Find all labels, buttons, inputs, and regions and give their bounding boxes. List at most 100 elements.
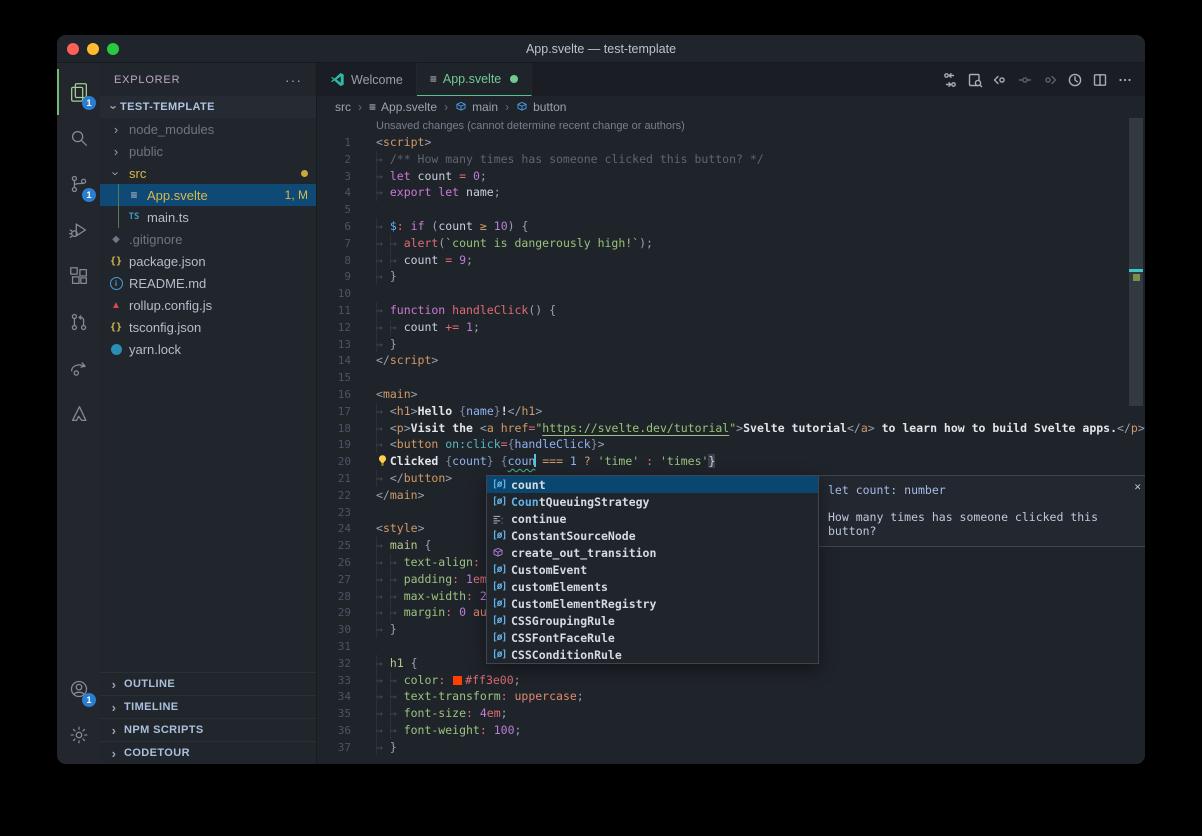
line-number[interactable]: 1: [317, 135, 351, 152]
open-preview-button[interactable]: [962, 67, 987, 92]
code-line-8[interactable]: 8→ → count = 9;: [317, 252, 1145, 269]
code-line-33[interactable]: 33→ → color: #ff3e00;: [317, 672, 1145, 689]
project-root-row[interactable]: › TEST-TEMPLATE: [100, 96, 316, 118]
line-number[interactable]: 35: [317, 706, 351, 723]
activity-extensions-button[interactable]: [57, 253, 100, 299]
code-line-2[interactable]: 2→ /** How many times has someone clicke…: [317, 151, 1145, 168]
tree-item-public[interactable]: ›public: [100, 140, 316, 162]
line-number[interactable]: 15: [317, 370, 351, 387]
code-line-9[interactable]: 9→ }: [317, 268, 1145, 285]
line-number[interactable]: 16: [317, 387, 351, 404]
breadcrumb-src[interactable]: src: [335, 100, 351, 114]
code-line-17[interactable]: 17→ <h1>Hello {name}!</h1>: [317, 403, 1145, 420]
line-number[interactable]: 28: [317, 589, 351, 606]
tree-item-yarn-lock[interactable]: yarn.lock: [100, 338, 316, 360]
code-line-37[interactable]: 37→ }: [317, 739, 1145, 756]
more-actions-button[interactable]: [1112, 67, 1137, 92]
line-number[interactable]: 21: [317, 471, 351, 488]
tree-item-main-ts[interactable]: TSmain.ts: [100, 206, 316, 228]
editor-scrollbar[interactable]: [1129, 118, 1143, 406]
section-codetour[interactable]: ›CODETOUR: [100, 741, 316, 764]
code-line-35[interactable]: 35→ → font-size: 4em;: [317, 705, 1145, 722]
code-line-15[interactable]: 15: [317, 369, 1145, 386]
line-number[interactable]: 9: [317, 269, 351, 286]
line-number[interactable]: 33: [317, 673, 351, 690]
line-number[interactable]: 32: [317, 656, 351, 673]
code-line-4[interactable]: 4→ export let name;: [317, 184, 1145, 201]
line-number[interactable]: 29: [317, 605, 351, 622]
suggestion-countqueuingstrategy[interactable]: [ø]CountQueuingStrategy: [487, 493, 818, 510]
line-number[interactable]: 4: [317, 185, 351, 202]
timeline-clock-button[interactable]: [1062, 67, 1087, 92]
tree-item-package-json[interactable]: {}package.json: [100, 250, 316, 272]
code-line-16[interactable]: 16<main>: [317, 386, 1145, 403]
code-line-6[interactable]: 6→ $: if (count ≥ 10) {: [317, 218, 1145, 235]
breadcrumb-app-svelte[interactable]: ≡App.svelte: [369, 100, 437, 114]
tab-app-svelte[interactable]: ≡ App.svelte: [417, 63, 532, 96]
line-number[interactable]: 22: [317, 488, 351, 505]
line-number[interactable]: 17: [317, 404, 351, 421]
code-line-36[interactable]: 36→ → font-weight: 100;: [317, 722, 1145, 739]
line-number[interactable]: 20: [317, 454, 351, 471]
line-number[interactable]: 24: [317, 521, 351, 538]
previous-change-button[interactable]: [987, 67, 1012, 92]
activity-settings-button[interactable]: [57, 712, 100, 758]
suggestion-continue[interactable]: continue: [487, 510, 818, 527]
close-window-button[interactable]: [67, 43, 79, 55]
suggestion-create-out-transition[interactable]: create_out_transition: [487, 544, 818, 561]
activity-account-button[interactable]: 1: [57, 666, 100, 712]
code-line-12[interactable]: 12→ → count += 1;: [317, 319, 1145, 336]
line-number[interactable]: 7: [317, 236, 351, 253]
code-editor[interactable]: Unsaved changes (cannot determine recent…: [317, 118, 1145, 764]
line-number[interactable]: 26: [317, 555, 351, 572]
line-number[interactable]: 19: [317, 437, 351, 454]
tree-item-src[interactable]: ›src: [100, 162, 316, 184]
code-line-34[interactable]: 34→ → text-transform: uppercase;: [317, 688, 1145, 705]
line-number[interactable]: 3: [317, 169, 351, 186]
tree-item-node-modules[interactable]: ›node_modules: [100, 118, 316, 140]
code-line-11[interactable]: 11→ function handleClick() {: [317, 302, 1145, 319]
line-number[interactable]: 30: [317, 622, 351, 639]
line-number[interactable]: 5: [317, 202, 351, 219]
change-indicator-button[interactable]: [1012, 67, 1037, 92]
suggestion-cssconditionrule[interactable]: [ø]CSSConditionRule: [487, 646, 818, 663]
line-number[interactable]: 34: [317, 689, 351, 706]
line-number[interactable]: 18: [317, 421, 351, 438]
tree-item-gitignore[interactable]: ◆.gitignore: [100, 228, 316, 250]
suggestion-customevent[interactable]: [ø]CustomEvent: [487, 561, 818, 578]
next-change-button[interactable]: [1037, 67, 1062, 92]
breadcrumb-main[interactable]: main: [455, 100, 498, 114]
suggestion-cssgroupingrule[interactable]: [ø]CSSGroupingRule: [487, 612, 818, 629]
split-editor-button[interactable]: [1087, 67, 1112, 92]
tree-item-readme-md[interactable]: iREADME.md: [100, 272, 316, 294]
code-line-10[interactable]: 10: [317, 285, 1145, 302]
line-number[interactable]: 25: [317, 538, 351, 555]
line-number[interactable]: 27: [317, 572, 351, 589]
line-number[interactable]: 6: [317, 219, 351, 236]
line-number[interactable]: 37: [317, 740, 351, 757]
line-number[interactable]: 8: [317, 253, 351, 270]
line-number[interactable]: 36: [317, 723, 351, 740]
line-number[interactable]: 2: [317, 152, 351, 169]
breadcrumb-button[interactable]: button: [516, 100, 566, 114]
activity-live-share-button[interactable]: [57, 345, 100, 391]
line-number[interactable]: 23: [317, 505, 351, 522]
tree-item-tsconfig-json[interactable]: {}tsconfig.json: [100, 316, 316, 338]
tab-welcome[interactable]: Welcome: [317, 63, 417, 96]
code-line-3[interactable]: 3→ let count = 0;: [317, 168, 1145, 185]
close-icon[interactable]: ✕: [1134, 480, 1141, 493]
code-line-1[interactable]: 1<script>: [317, 134, 1145, 151]
code-line-19[interactable]: 19→ <button on:click={handleClick}>: [317, 436, 1145, 453]
code-line-7[interactable]: 7→ → alert(`count is dangerously high!`)…: [317, 235, 1145, 252]
activity-explorer-button[interactable]: 1: [57, 69, 100, 115]
line-number[interactable]: 12: [317, 320, 351, 337]
activity-github-pr-button[interactable]: [57, 299, 100, 345]
code-line-18[interactable]: 18→ <p>Visit the <a href="https://svelte…: [317, 420, 1145, 437]
suggestion-constantsourcenode[interactable]: [ø]ConstantSourceNode: [487, 527, 818, 544]
line-number[interactable]: 13: [317, 337, 351, 354]
line-number[interactable]: 11: [317, 303, 351, 320]
code-line-13[interactable]: 13→ }: [317, 336, 1145, 353]
tree-item-app-svelte[interactable]: ≡App.svelte1, M: [100, 184, 316, 206]
suggestion-customelements[interactable]: [ø]customElements: [487, 578, 818, 595]
activity-source-control-button[interactable]: 1: [57, 161, 100, 207]
